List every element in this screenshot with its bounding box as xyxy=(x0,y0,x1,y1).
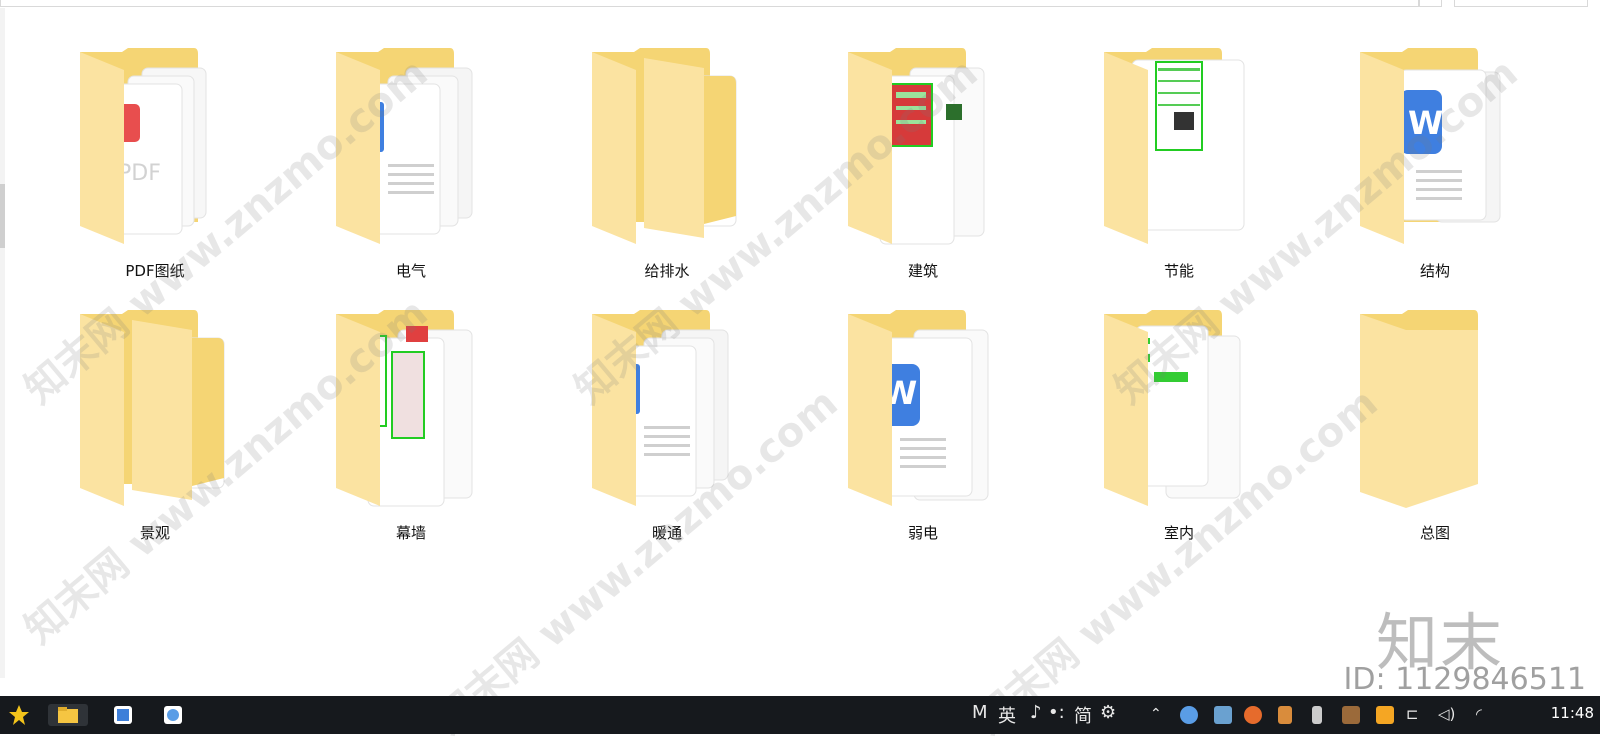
folder-name: PDF图纸 xyxy=(125,262,185,280)
tray-app-icon[interactable] xyxy=(1278,706,1292,724)
folder-item[interactable]: 建筑 xyxy=(794,22,1052,280)
tray-app-icon[interactable] xyxy=(1342,706,1360,724)
folder-name: 暖通 xyxy=(651,524,682,542)
tray-lang[interactable]: 英 xyxy=(998,702,1016,728)
pane-splitter[interactable] xyxy=(0,184,5,248)
tray-dots[interactable]: •: xyxy=(1048,702,1065,723)
clock[interactable]: 11:48 xyxy=(1551,704,1594,722)
folder-item[interactable]: 景观 xyxy=(26,284,284,542)
tray-usb-icon[interactable] xyxy=(1312,706,1322,724)
search-box[interactable] xyxy=(1454,0,1588,7)
folder-name: 节能 xyxy=(1163,262,1194,280)
folder-item[interactable]: 给排水 xyxy=(538,22,796,280)
window-top-edge xyxy=(0,0,1600,8)
address-bar[interactable] xyxy=(0,0,1420,7)
folder-item[interactable]: 节能 xyxy=(1050,22,1308,280)
taskbar: M 英 ♪ •: 简 ⚙ ⌃ ⊏ ◁) ◜ 11:48 xyxy=(0,696,1600,734)
folder-name: 总图 xyxy=(1419,524,1450,542)
folder-item[interactable]: 幕墙 xyxy=(282,284,540,542)
folder-name: 建筑 xyxy=(907,262,938,280)
folder-name: 景观 xyxy=(139,524,170,542)
folder-item[interactable]: W 结构 xyxy=(1306,22,1564,280)
folder-item[interactable]: 总图 xyxy=(1306,284,1564,542)
tray-browser-icon[interactable] xyxy=(1244,706,1262,724)
folder-name: 幕墙 xyxy=(395,524,426,542)
tray-note[interactable]: ♪ xyxy=(1030,702,1042,723)
svg-text:PDF: PDF xyxy=(118,161,161,186)
folder-item[interactable]: PDF PDF图纸 xyxy=(26,22,284,280)
folder-item[interactable]: 电气 xyxy=(282,22,540,280)
folder-item[interactable]: 室内 xyxy=(1050,284,1308,542)
tray-chevron-icon[interactable]: ⌃ xyxy=(1150,706,1162,722)
folder-item[interactable]: 暖通 xyxy=(538,284,796,542)
tray-app-icon[interactable] xyxy=(1180,706,1198,724)
folder-item[interactable]: W 弱电 xyxy=(794,284,1052,542)
tray-settings-icon[interactable]: ⚙ xyxy=(1100,702,1116,723)
folder-name: 结构 xyxy=(1419,262,1450,280)
start-star-icon[interactable] xyxy=(8,704,30,726)
tray-app-icon[interactable] xyxy=(1214,706,1232,724)
file-explorer-taskbar-button[interactable] xyxy=(48,704,88,726)
watermark-id: ID: 1129846511 xyxy=(1343,662,1586,697)
folder-name: 弱电 xyxy=(907,524,938,542)
tray-volume-icon[interactable]: ◁) xyxy=(1438,705,1455,723)
folder-name: 电气 xyxy=(395,262,426,280)
app-icon[interactable] xyxy=(112,704,134,726)
tray-network-icon[interactable]: ⊏ xyxy=(1406,705,1419,723)
tray-ime[interactable]: M xyxy=(972,702,988,723)
svg-text:W: W xyxy=(1408,104,1443,142)
folder-name: 给排水 xyxy=(644,262,690,280)
tray-shield-icon[interactable] xyxy=(1376,706,1394,724)
folder-name: 室内 xyxy=(1163,524,1194,542)
tray-simplified[interactable]: 简 xyxy=(1074,702,1092,728)
navigation-pane-edge[interactable] xyxy=(0,8,5,678)
tray-wifi-icon[interactable]: ◜ xyxy=(1476,705,1482,723)
address-dropdown-button[interactable] xyxy=(1418,0,1442,7)
app-icon[interactable] xyxy=(162,704,184,726)
